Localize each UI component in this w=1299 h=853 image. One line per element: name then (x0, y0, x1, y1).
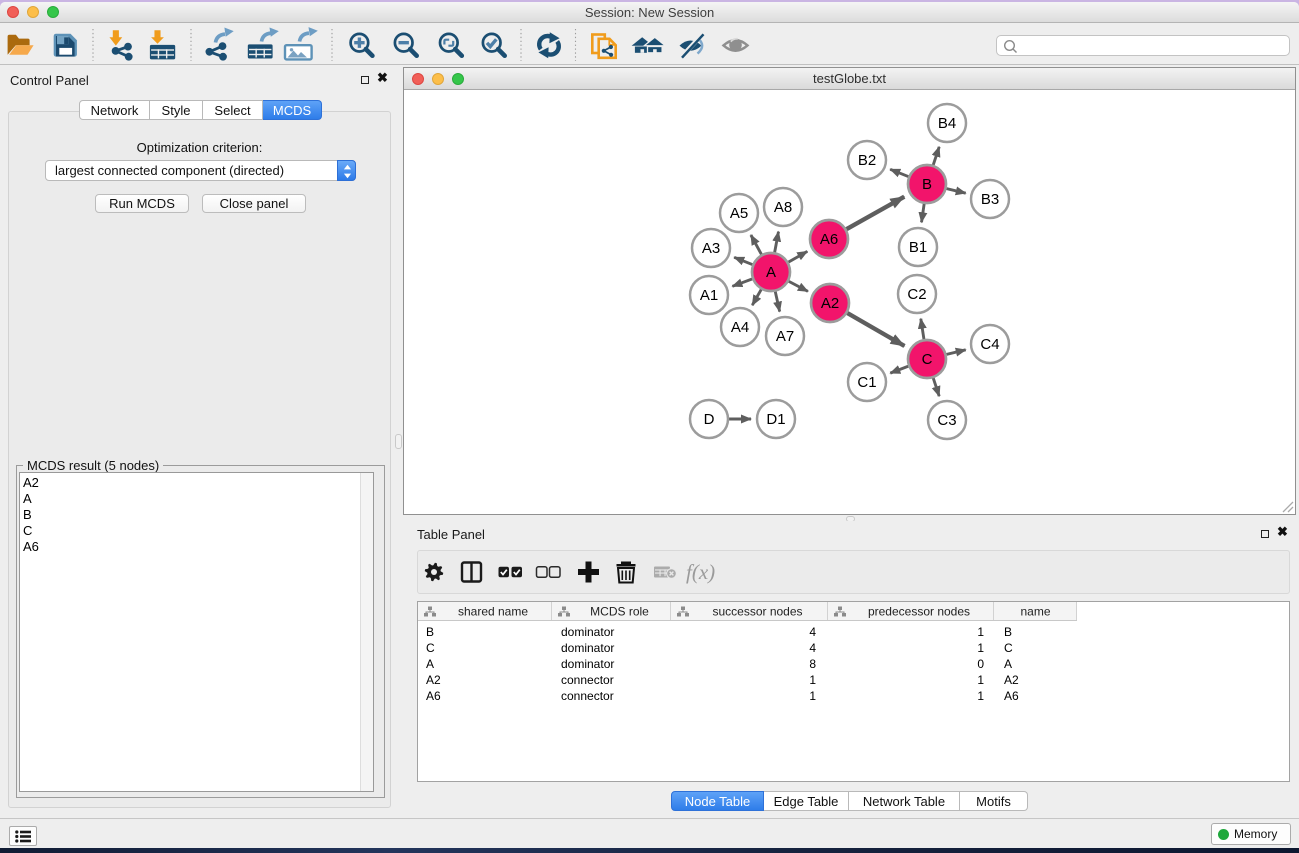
svg-text:C2: C2 (907, 286, 926, 303)
svg-text:B: B (922, 176, 932, 193)
svg-text:A8: A8 (774, 199, 792, 216)
svg-text:A2: A2 (821, 295, 839, 312)
svg-text:predecessor nodes: predecessor nodes (868, 605, 970, 619)
svg-text:B2: B2 (858, 152, 876, 169)
svg-text:C1: C1 (857, 374, 876, 391)
svg-text:B3: B3 (981, 191, 999, 208)
svg-text:f(x): f(x) (686, 560, 715, 584)
svg-text:D: D (704, 411, 715, 428)
svg-text:A6: A6 (820, 231, 838, 248)
svg-text:A3: A3 (702, 240, 720, 257)
svg-text:A5: A5 (730, 205, 748, 222)
svg-text:C4: C4 (980, 336, 999, 353)
svg-text:A7: A7 (776, 328, 794, 345)
svg-text:name: name (1020, 605, 1050, 619)
svg-text:A4: A4 (731, 319, 749, 336)
svg-text:D1: D1 (766, 411, 785, 428)
svg-text:A: A (766, 264, 776, 281)
svg-text:B4: B4 (938, 115, 956, 132)
svg-text:C: C (922, 351, 933, 368)
svg-text:B1: B1 (909, 239, 927, 256)
svg-text:successor nodes: successor nodes (712, 605, 802, 619)
svg-text:A1: A1 (700, 287, 718, 304)
svg-text:shared name: shared name (458, 605, 528, 619)
svg-text:MCDS role: MCDS role (590, 605, 649, 619)
svg-text:C3: C3 (937, 412, 956, 429)
